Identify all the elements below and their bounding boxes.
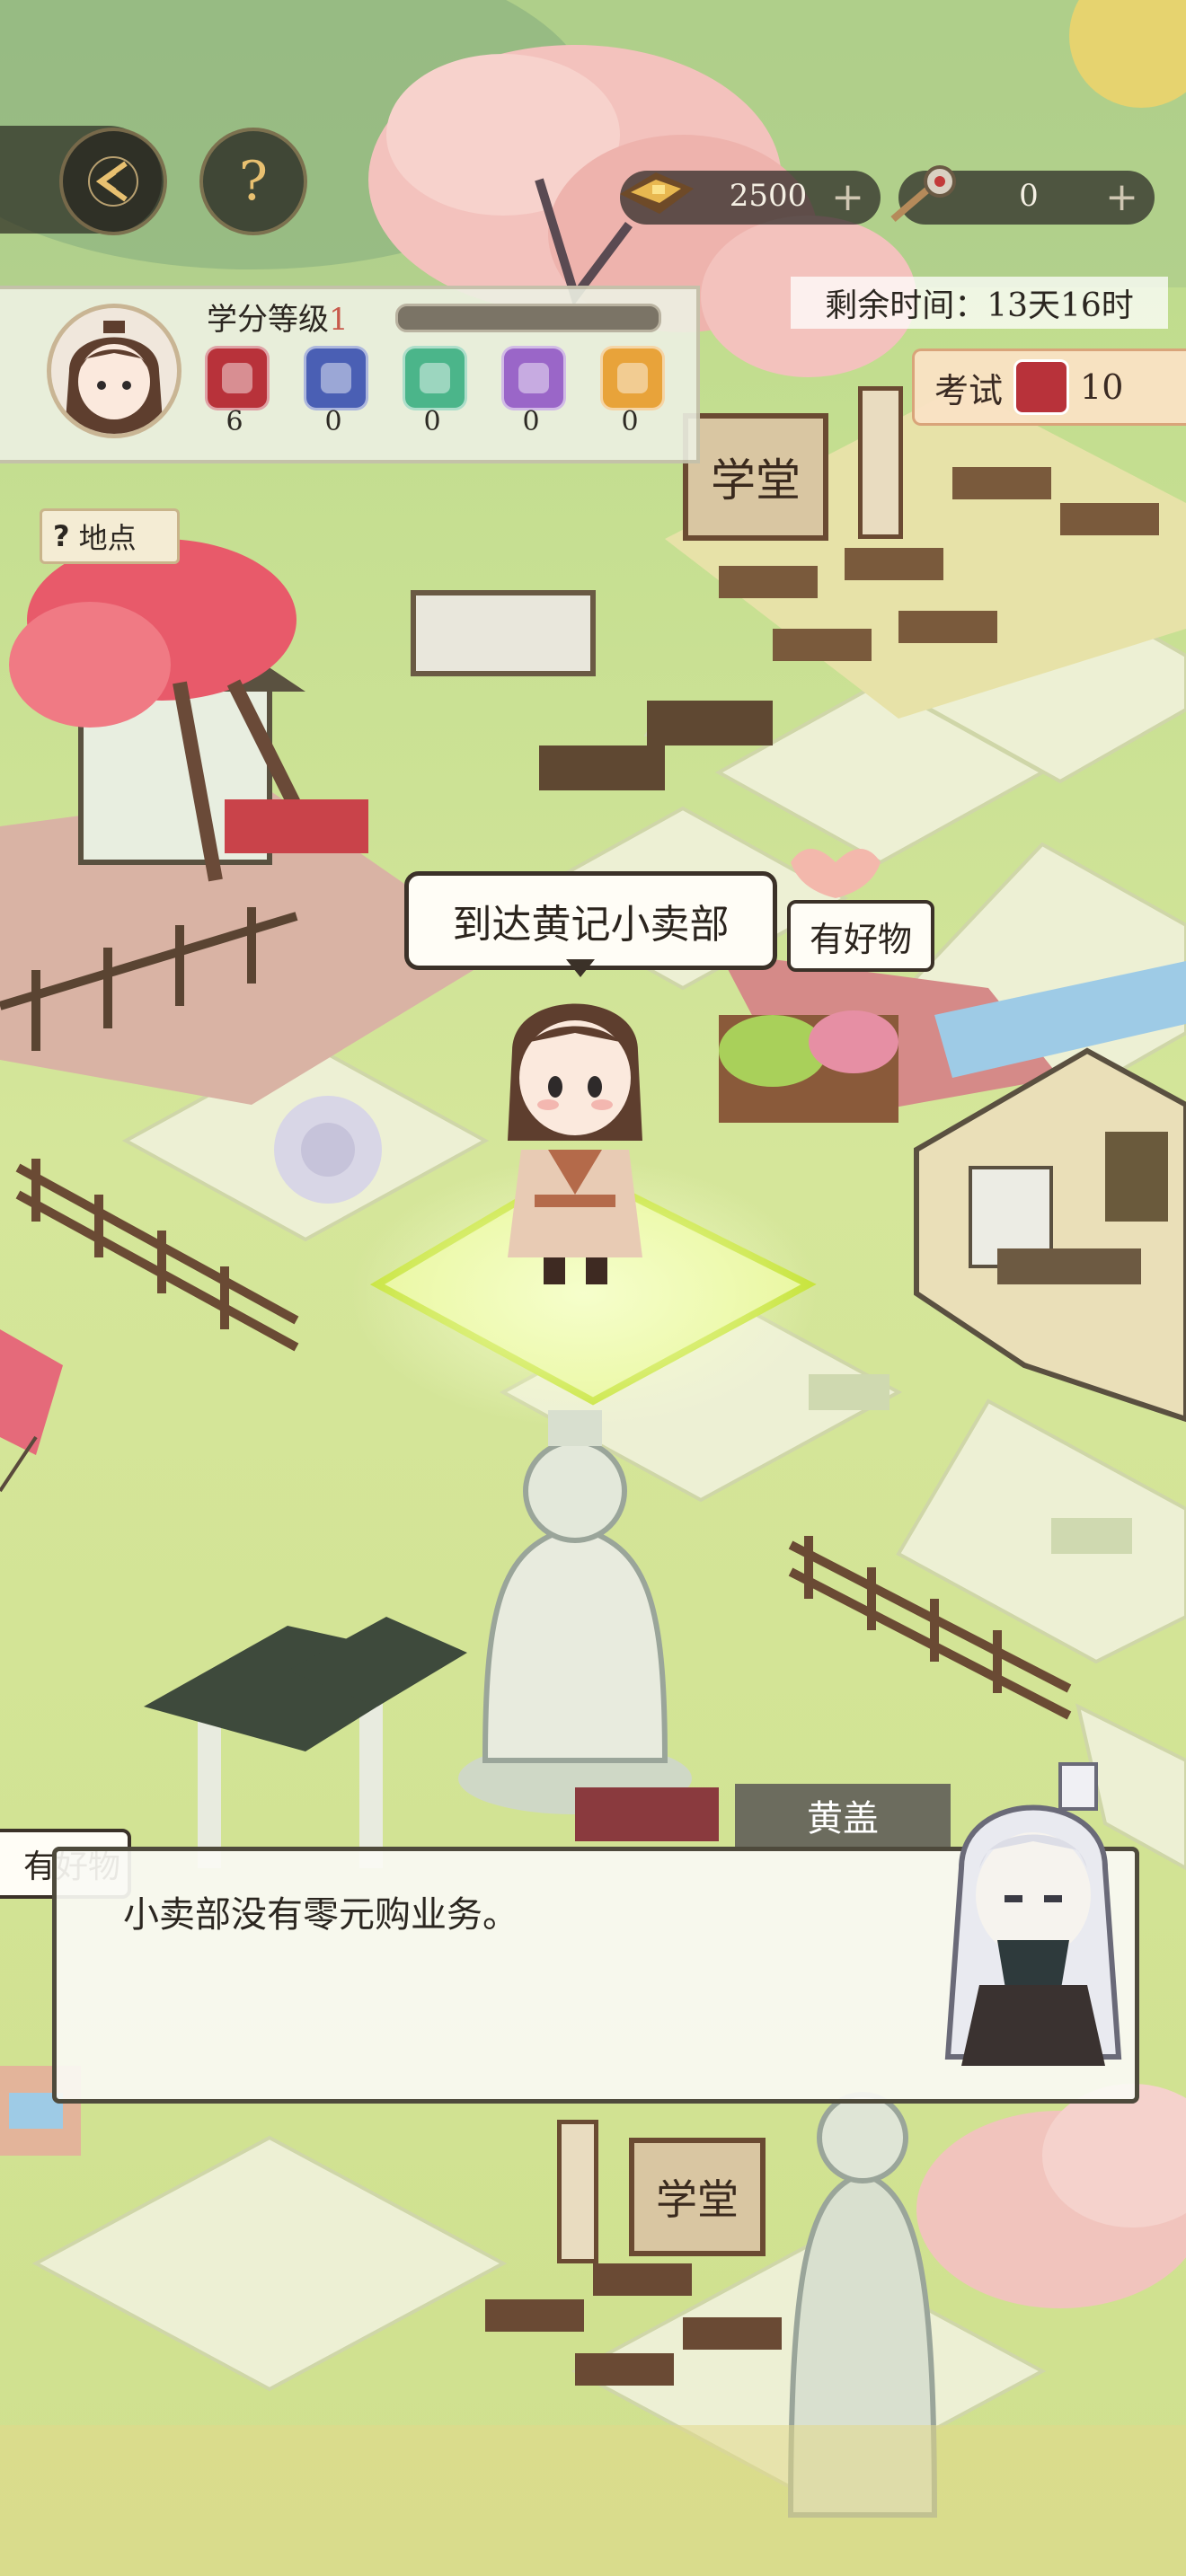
help-button[interactable]: ?: [199, 128, 307, 235]
tool-add-button[interactable]: +: [1105, 178, 1138, 217]
exam-count: 10: [1080, 367, 1124, 407]
magnifier-key-icon: [890, 165, 956, 223]
exam-label: 考试: [934, 370, 1004, 410]
red-book-icon: [1013, 359, 1070, 415]
badge-count: 0: [522, 406, 540, 437]
gold-ingot-icon: [620, 172, 694, 214]
coin-add-button[interactable]: +: [831, 178, 864, 217]
green-gem-icon[interactable]: [403, 346, 467, 410]
credit-level-label: 学分等级1: [207, 295, 349, 339]
red-book-icon[interactable]: [205, 346, 270, 410]
avatar-portrait-icon: [65, 321, 164, 434]
badge-glyph: [518, 363, 549, 393]
coin-counter: 2500 +: [620, 171, 881, 225]
scroll-banner-top: [858, 386, 903, 539]
exam-button[interactable]: 考试 10: [912, 348, 1186, 426]
badge-glyph: [420, 363, 450, 393]
badge-glyph: [617, 363, 648, 393]
arrival-text: 到达黄记小卖部: [452, 902, 730, 948]
goods-speech-bubble[interactable]: 有好物: [787, 900, 934, 972]
question-mark-icon: ?: [53, 519, 70, 553]
player-avatar[interactable]: [47, 304, 181, 438]
goods-text: 有好物: [809, 919, 912, 959]
scroll-banner-bottom: [557, 2120, 598, 2263]
white-haired-elder-icon: [944, 1762, 1122, 2066]
credit-level-value: 1: [329, 302, 349, 338]
speaker-portrait: [925, 1760, 1141, 2084]
school-sign-bottom: 学堂: [629, 2138, 766, 2256]
tool-counter: 0 +: [890, 165, 1155, 225]
location-label: 地点: [78, 521, 137, 555]
dialog-text: 小卖部没有零元购业务。: [123, 1894, 518, 1936]
badge-count: 0: [324, 406, 342, 437]
help-label: ?: [238, 150, 269, 213]
badge-glyph: [321, 363, 351, 393]
speech-tail: [566, 959, 595, 977]
speaker-name: 黄盖: [807, 1798, 879, 1839]
credit-label-text: 学分等级: [207, 302, 329, 338]
time-remaining-text: 剩余时间：13天16时: [825, 287, 1134, 324]
back-button[interactable]: [59, 128, 167, 235]
badge-count: 0: [423, 406, 441, 437]
credit-progress-bar: [395, 304, 661, 332]
badge-count: 6: [226, 406, 243, 437]
school-sign-top: 学堂: [683, 413, 828, 541]
location-button[interactable]: ? 地点: [40, 508, 180, 564]
speaker-name-tag: 黄盖: [735, 1784, 951, 1847]
blue-fish-icon[interactable]: [304, 346, 368, 410]
player-character[interactable]: [485, 970, 665, 1293]
purple-leaf-icon[interactable]: [501, 346, 566, 410]
tool-value: 0: [1019, 178, 1039, 214]
orange-brush-icon[interactable]: [600, 346, 665, 410]
time-remaining: 剩余时间：13天16时: [791, 277, 1168, 329]
game-scene: 学堂 学堂 到达黄记小卖部 有好物 有好物: [0, 0, 1186, 2576]
double-chevron-left-icon: [88, 156, 138, 207]
arrival-speech-bubble: 到达黄记小卖部: [404, 871, 777, 970]
badge-count: 0: [621, 406, 639, 437]
badge-glyph: [222, 363, 252, 393]
coin-value: 2500: [729, 178, 808, 214]
